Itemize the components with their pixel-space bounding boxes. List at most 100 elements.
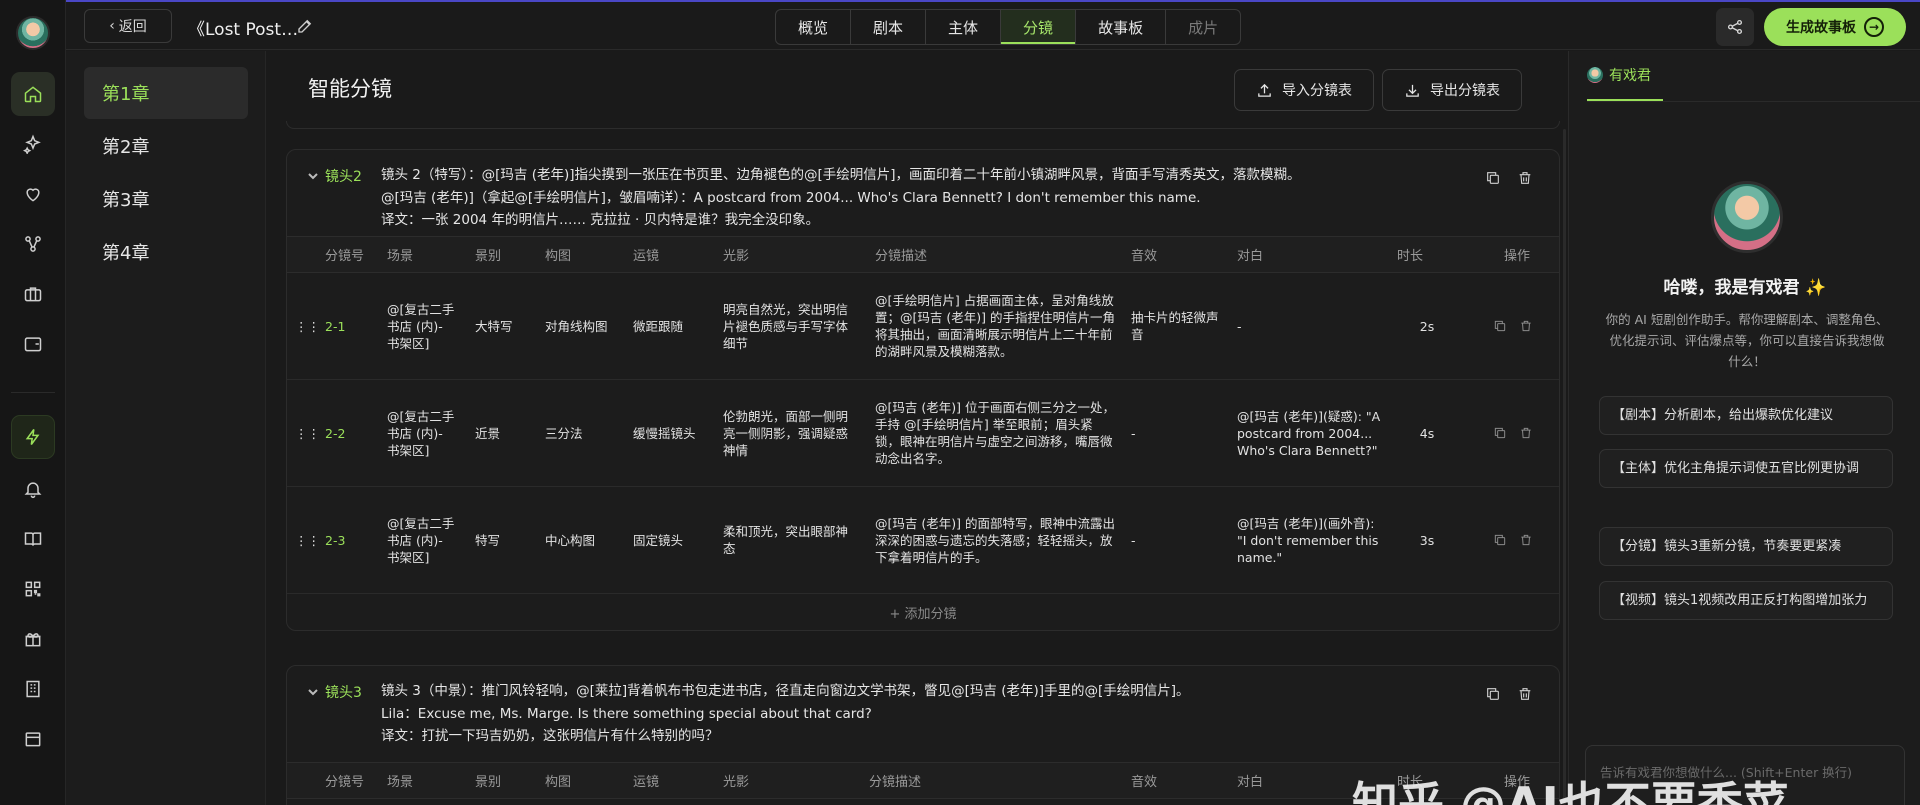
chapter-item[interactable]: 第3章 [84,173,248,225]
back-button[interactable]: ‹ 返回 [84,9,172,43]
scene-cell[interactable]: @[复古二手书店 (内)- 书架区] [379,379,467,487]
camera-move-cell[interactable]: 缓慢摇镜头 [625,379,715,487]
share-button[interactable] [1716,8,1754,46]
scene-cell[interactable]: @[复古二手书店 (内)- 书架区] [379,272,467,380]
scene-cell[interactable]: @[复古二手书店 (内)- 书架区] [379,486,467,594]
icon-rail [0,0,66,805]
table-row[interactable]: ⋮⋮ 2-1 @[复古二手书店 (内)- 书架区] 大特写 对角线构图 微距跟随… [287,272,1559,380]
shot-card: 镜头2 镜头 2（特写）：@[玛吉 (老年)]指尖摸到一张压在书页里、边角褪色的… [286,149,1560,631]
lighting-cell[interactable]: 伦勃朗光，面部一侧明亮一侧阴影，强调疑惑神情 [715,379,867,487]
chapter-item[interactable]: 第1章 [84,67,248,119]
assistant-tab-label: 有戏君 [1609,68,1651,84]
tab-final[interactable]: 成片 [1166,10,1240,44]
suggestion-chip[interactable]: 【主体】优化主角提示词使五官比例更协调 [1599,449,1893,488]
shot-size-cell[interactable]: 大特写 [467,272,537,380]
camera-move-cell[interactable]: 固定镜头 [625,486,715,594]
tab-subject[interactable]: 主体 [926,10,1002,44]
copy-icon[interactable] [1493,533,1507,547]
greeting-text: 哈喽，我是有戏君 [1663,278,1800,298]
copy-icon[interactable] [1485,170,1501,186]
duration-cell[interactable]: 2s [1389,272,1465,380]
col-header: 景别 [467,762,537,799]
suggestion-chip[interactable]: 【分镜】镜头3重新分镜，节奏要更紧凑 [1599,527,1893,566]
home-icon[interactable] [10,72,55,116]
shot-toggle[interactable]: 镜头3 [307,682,362,702]
trash-icon[interactable] [1517,686,1533,702]
import-button[interactable]: 导入分镜表 [1234,69,1374,111]
shot-dialog: @[玛吉 (老年)]（拿起@[手绘明信片]，皱眉喃详）：A postcard f… [381,189,1201,206]
chapter-item[interactable]: 第2章 [84,120,248,172]
row-actions [1465,486,1559,594]
composition-cell[interactable]: 对角线构图 [537,272,625,380]
assistant-tab[interactable]: 有戏君 [1587,51,1663,101]
briefcase-icon[interactable] [11,272,55,316]
shot-size-cell[interactable]: 特写 [467,486,537,594]
pencil-icon[interactable] [296,17,314,35]
drag-handle-icon[interactable]: ⋮⋮ [287,486,320,594]
chapter-item[interactable]: 第4章 [84,226,248,278]
tab-script[interactable]: 剧本 [851,10,927,44]
building-icon[interactable] [11,667,55,711]
shot-toggle[interactable]: 镜头2 [307,166,362,186]
copy-icon[interactable] [1485,686,1501,702]
suggestion-chip[interactable]: 【剧本】分析剧本，给出爆款优化建议 [1599,396,1893,435]
trash-icon[interactable] [1517,170,1533,186]
user-avatar[interactable] [15,16,50,50]
generate-storyboard-button[interactable]: 生成故事板 → [1764,8,1906,46]
workflow-icon[interactable] [11,222,55,266]
dialog-cell[interactable]: @[玛吉 (老年)](疑惑): "A postcard from 2004...… [1229,379,1389,487]
shot-table: 分镜号 场景 景别 构图 运镜 光影 分镜描述 音效 对白 时长 操作 ⋮⋮ 2… [287,236,1559,594]
drag-handle-icon[interactable]: ⋮⋮ [287,379,320,487]
duration-cell[interactable]: 4s [1389,379,1465,487]
trash-icon[interactable] [1519,426,1533,440]
drag-handle-icon[interactable]: ⋮⋮ [287,272,320,380]
assistant-input[interactable]: 告诉有戏君你想做什么... (Shift+Enter 换行) [1585,745,1905,805]
table-row[interactable]: ⋮⋮ 2-3 @[复古二手书店 (内)- 书架区] 特写 中心构图 固定镜头 柔… [287,486,1559,594]
bell-icon[interactable] [11,467,55,511]
qrcode-icon[interactable] [11,567,55,611]
assistant-avatar [1711,181,1783,253]
description-cell[interactable]: @[玛吉 (老年)] 位于画面右侧三分之一处，手持 @[手绘明信片] 举至眼前；… [867,379,1123,487]
dialog-cell[interactable]: @[玛吉 (老年)](画外音): "I don't remember this … [1229,486,1389,594]
export-label: 导出分镜表 [1430,83,1500,99]
gift-icon[interactable] [11,617,55,661]
sfx-cell[interactable]: - [1123,379,1229,487]
sparkle-icon[interactable] [11,122,55,166]
sfx-cell[interactable]: - [1123,486,1229,594]
lighting-cell[interactable]: 柔和顶光，突出眼部神态 [715,486,867,594]
calendar-icon[interactable] [11,717,55,761]
duration-cell[interactable]: 3s [1389,486,1465,594]
description-cell[interactable]: @[手绘明信片] 占据画面主体，呈对角线放置；@[玛吉 (老年)] 的手指捏住明… [867,272,1123,380]
composition-cell[interactable]: 中心构图 [537,486,625,594]
shot-header: 镜头2 镜头 2（特写）：@[玛吉 (老年)]指尖摸到一张压在书页里、边角褪色的… [287,150,1559,236]
table-row[interactable]: ⋮⋮ 2-2 @[复古二手书店 (内)- 书架区] 近景 三分法 缓慢摇镜头 伦… [287,379,1559,487]
camera-move-cell[interactable]: 微距跟随 [625,272,715,380]
description-cell[interactable]: @[玛吉 (老年)] 的面部特写，眼神中流露出深深的困惑与遗忘的失落感；轻轻摇头… [867,486,1123,594]
import-label: 导入分镜表 [1282,83,1352,99]
sfx-cell[interactable]: 抽卡片的轻微声音 [1123,272,1229,380]
add-shot-button[interactable]: + 添加分镜 [287,594,1559,630]
shot-table: 分镜号 场景 景别 构图 运镜 光影 分镜描述 音效 对白 时长 操作 [287,762,1559,799]
col-header: 分镜号 [317,762,379,799]
shot-size-cell[interactable]: 近景 [467,379,537,487]
suggestion-chip[interactable]: 【视频】镜头1视频改用正反打构图增加张力 [1599,581,1893,620]
dialog-cell[interactable]: - [1229,272,1389,380]
tab-storyboard[interactable]: 故事板 [1076,10,1167,44]
trash-icon[interactable] [1519,533,1533,547]
trash-icon[interactable] [1519,319,1533,333]
scrollbar[interactable] [1563,129,1566,805]
heart-icon[interactable] [11,172,55,216]
arrow-right-icon: → [1864,17,1884,37]
tab-storyboard-shots[interactable]: 分镜 [1001,10,1077,44]
col-header: 场景 [379,236,467,273]
lighting-cell[interactable]: 明亮自然光，突出明信片褪色质感与手写字体细节 [715,272,867,380]
col-header: 分镜号 [317,236,379,273]
bolt-icon[interactable] [10,415,55,459]
copy-icon[interactable] [1493,319,1507,333]
copy-icon[interactable] [1493,426,1507,440]
composition-cell[interactable]: 三分法 [537,379,625,487]
tab-overview[interactable]: 概览 [776,10,852,44]
export-button[interactable]: 导出分镜表 [1382,69,1522,111]
wallet-icon[interactable] [11,322,55,366]
book-icon[interactable] [11,517,55,561]
